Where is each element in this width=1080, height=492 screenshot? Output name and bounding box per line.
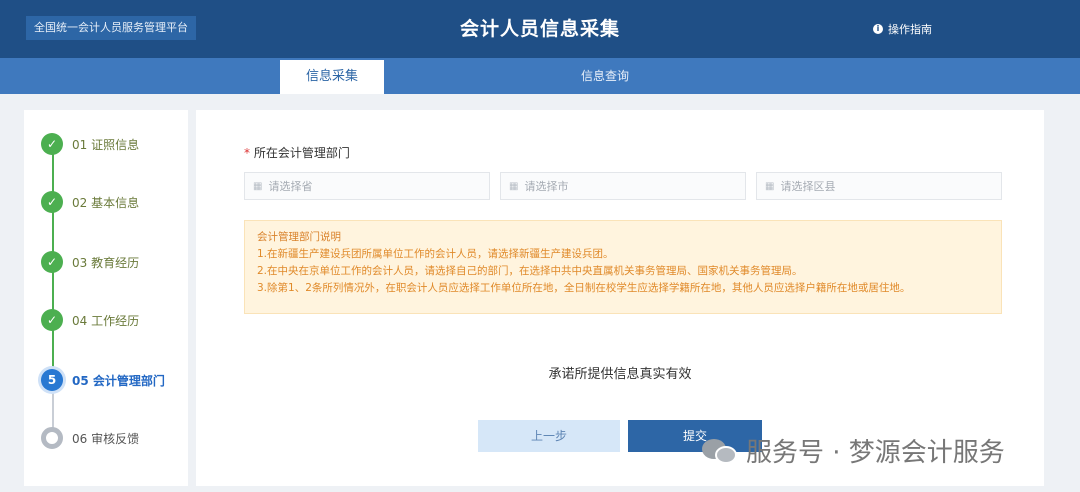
- operation-guide-link[interactable]: i 操作指南: [873, 21, 932, 37]
- info-icon: i: [873, 24, 883, 34]
- watermark-text: 服务号 · 梦源会计服务: [746, 438, 1005, 468]
- check-icon: ✓: [41, 133, 63, 155]
- location-icon: ▦: [765, 180, 775, 192]
- step-label: 01 证照信息: [72, 137, 140, 152]
- check-icon: ✓: [41, 191, 63, 213]
- notice-line: 2.在中央在京单位工作的会计人员，请选择自己的部门，在选择中共中央直属机关事务管…: [257, 265, 803, 277]
- commitment-text: 承诺所提供信息真实有效: [548, 367, 692, 382]
- notice-box: 会计管理部门说明 1.在新疆生产建设兵团所属单位工作的会计人员，请选择新疆生产建…: [244, 220, 1002, 314]
- app-header: 全国统一会计人员服务管理平台 会计人员信息采集 i 操作指南: [0, 0, 1080, 58]
- required-mark: *: [244, 146, 250, 160]
- operation-guide-label: 操作指南: [888, 23, 932, 36]
- step-item-basic-info[interactable]: ✓ 02 基本信息: [41, 190, 139, 214]
- notice-title: 会计管理部门说明: [257, 231, 341, 243]
- section-label-text: 所在会计管理部门: [253, 146, 350, 160]
- check-icon: ✓: [41, 251, 63, 273]
- wechat-icon: [702, 437, 738, 465]
- tab-info-collection[interactable]: 信息采集: [280, 60, 384, 94]
- notice-line: 1.在新疆生产建设兵团所属单位工作的会计人员，请选择新疆生产建设兵团。: [257, 248, 614, 260]
- district-select-placeholder: 请选择区县: [780, 180, 836, 193]
- step-item-review-feedback[interactable]: 06 审核反馈: [41, 426, 139, 450]
- city-select[interactable]: ▦ 请选择市: [500, 172, 746, 200]
- step-current-marker: 5: [41, 369, 63, 391]
- watermark: 服务号 · 梦源会计服务: [702, 432, 1005, 469]
- section-label: * 所在会计管理部门: [244, 144, 350, 161]
- step-item-id-info[interactable]: ✓ 01 证照信息: [41, 132, 139, 156]
- step-item-accounting-dept[interactable]: 5 05 会计管理部门: [41, 368, 165, 392]
- location-icon: ▦: [253, 180, 263, 192]
- step-pending-marker: [41, 427, 63, 449]
- step-label: 04 工作经历: [72, 313, 140, 328]
- step-label: 06 审核反馈: [72, 431, 140, 446]
- step-item-work-history[interactable]: ✓ 04 工作经历: [41, 308, 139, 332]
- province-select[interactable]: ▦ 请选择省: [244, 172, 490, 200]
- province-select-placeholder: 请选择省: [268, 180, 313, 193]
- step-label: 05 会计管理部门: [72, 373, 165, 388]
- step-label: 03 教育经历: [72, 255, 140, 270]
- step-item-education[interactable]: ✓ 03 教育经历: [41, 250, 139, 274]
- previous-step-button[interactable]: 上一步: [478, 420, 620, 452]
- step-navigator: ✓ 01 证照信息 ✓ 02 基本信息 ✓ 03 教育经历 ✓ 04 工作经历 …: [24, 110, 188, 486]
- city-select-placeholder: 请选择市: [524, 180, 569, 193]
- check-icon: ✓: [41, 309, 63, 331]
- tab-bar: 信息采集 信息查询: [0, 58, 1080, 94]
- step-label: 02 基本信息: [72, 195, 140, 210]
- district-select[interactable]: ▦ 请选择区县: [756, 172, 1002, 200]
- notice-line: 3.除第1、2条所列情况外，在职会计人员应选择工作单位所在地，全日制在校学生应选…: [257, 282, 911, 294]
- location-icon: ▦: [509, 180, 519, 192]
- form-panel: * 所在会计管理部门 ▦ 请选择省 ▦ 请选择市 ▦ 请选择区县 会计管理部门说…: [196, 110, 1044, 486]
- tab-info-query[interactable]: 信息查询: [555, 58, 655, 94]
